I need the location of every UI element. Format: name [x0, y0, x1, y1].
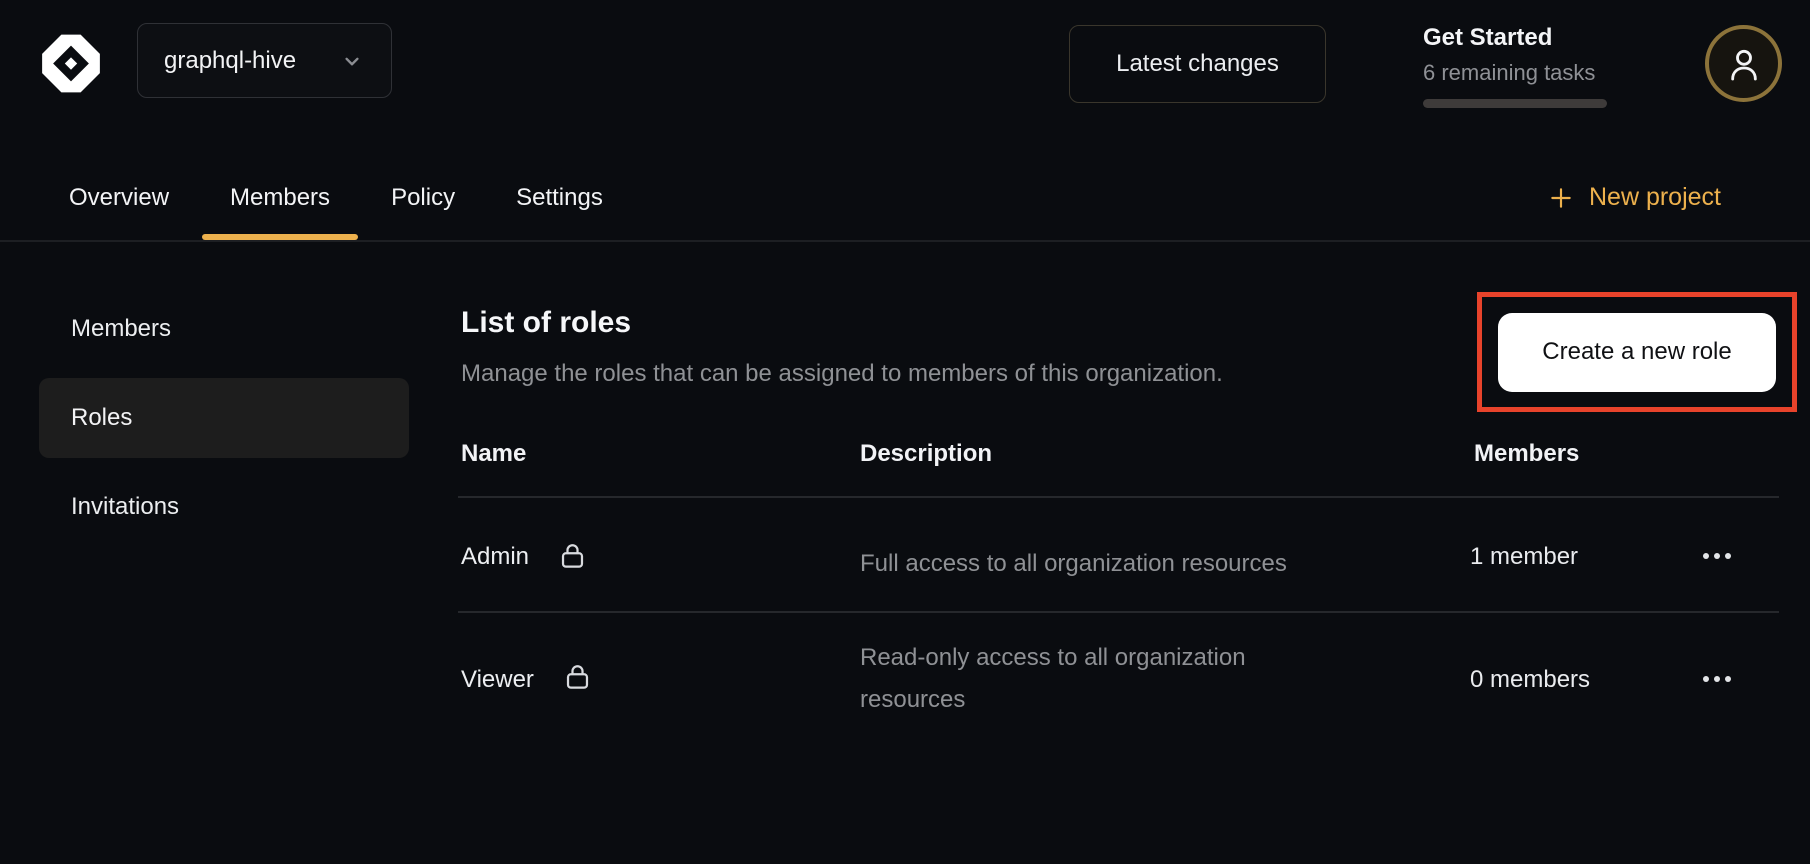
tab-settings[interactable]: Settings — [488, 154, 631, 241]
tabbar-divider — [0, 240, 1810, 242]
get-started-title: Get Started — [1423, 24, 1608, 52]
table-row-divider — [458, 611, 1779, 613]
chevron-down-icon — [339, 48, 365, 74]
role-name: Admin — [461, 543, 529, 571]
org-tabs: Overview Members Policy Settings — [41, 154, 631, 241]
row-actions-menu-button[interactable] — [1703, 547, 1731, 565]
role-description: Read-only access to all organization res… — [860, 637, 1350, 721]
new-project-link[interactable]: New project — [1548, 154, 1721, 241]
tab-overview[interactable]: Overview — [41, 154, 197, 241]
ellipsis-dot — [1714, 676, 1720, 682]
ellipsis-dot — [1725, 553, 1731, 559]
sidebar-item-roles[interactable]: Roles — [39, 378, 409, 458]
plus-icon — [1548, 185, 1574, 211]
page-title: List of roles — [461, 306, 631, 340]
sidebar-item-invitations[interactable]: Invitations — [39, 467, 409, 547]
ellipsis-dot — [1714, 553, 1720, 559]
column-header-name: Name — [461, 440, 526, 468]
annotation-highlight-box: Create a new role — [1477, 292, 1797, 412]
column-header-description: Description — [860, 440, 992, 468]
page-subtitle: Manage the roles that can be assigned to… — [461, 360, 1223, 388]
ellipsis-dot — [1703, 676, 1709, 682]
tab-overview-label: Overview — [69, 184, 169, 212]
role-name: Viewer — [461, 666, 534, 694]
lock-icon — [559, 541, 586, 570]
app-window: graphql-hive Latest changes Get Started … — [0, 0, 1810, 864]
user-avatar[interactable] — [1705, 25, 1782, 102]
org-name: graphql-hive — [164, 47, 296, 75]
user-icon — [1724, 44, 1764, 84]
new-project-label: New project — [1589, 183, 1721, 212]
lock-icon — [564, 662, 591, 691]
role-description: Full access to all organization resource… — [860, 543, 1350, 585]
tab-settings-label: Settings — [516, 184, 603, 212]
column-header-members: Members — [1474, 440, 1579, 468]
sidebar-item-members[interactable]: Members — [39, 289, 409, 369]
tab-policy[interactable]: Policy — [363, 154, 483, 241]
tab-policy-label: Policy — [391, 184, 455, 212]
ellipsis-dot — [1703, 553, 1709, 559]
org-switcher-dropdown[interactable]: graphql-hive — [137, 23, 392, 98]
members-subnav: Members Roles Invitations — [39, 289, 409, 547]
role-member-count: 1 member — [1470, 543, 1578, 571]
latest-changes-button[interactable]: Latest changes — [1069, 25, 1326, 103]
get-started-progress-bar — [1423, 99, 1607, 108]
get-started-widget[interactable]: Get Started 6 remaining tasks — [1423, 24, 1608, 108]
tab-members-label: Members — [230, 184, 330, 212]
table-header-divider — [458, 496, 1779, 498]
tab-members[interactable]: Members — [202, 154, 358, 241]
get-started-remaining-tasks: 6 remaining tasks — [1423, 60, 1608, 86]
hive-logo-icon — [38, 30, 104, 97]
row-actions-menu-button[interactable] — [1703, 670, 1731, 688]
create-new-role-button[interactable]: Create a new role — [1498, 313, 1776, 392]
role-member-count: 0 members — [1470, 666, 1590, 694]
ellipsis-dot — [1725, 676, 1731, 682]
